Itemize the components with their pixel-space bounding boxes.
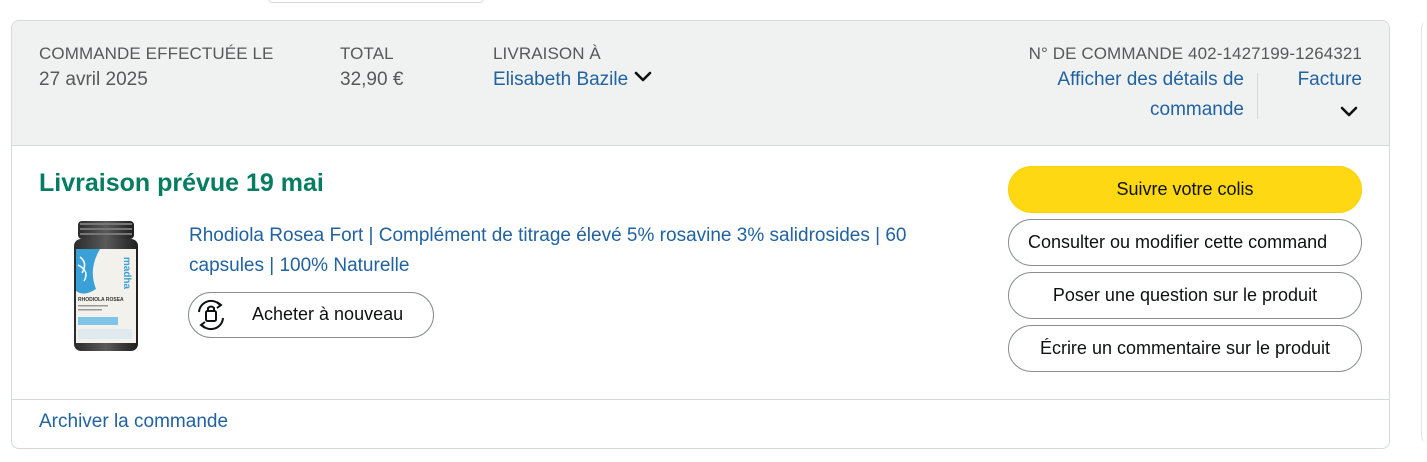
order-links: Afficher des détails de commande Facture	[1029, 65, 1362, 129]
order-date-value: 27 avril 2025	[39, 69, 148, 90]
order-total-column: TOTAL 32,90 €	[340, 43, 403, 95]
link-divider	[1257, 73, 1258, 119]
order-card: COMMANDE EFFECTUÉE LE 27 avril 2025 TOTA…	[11, 20, 1390, 449]
chevron-down-icon[interactable]	[1340, 105, 1358, 123]
previous-card-edge	[268, 0, 484, 3]
order-header: COMMANDE EFFECTUÉE LE 27 avril 2025 TOTA…	[12, 21, 1389, 146]
invoice-link[interactable]: Facture	[1298, 65, 1362, 95]
product-image[interactable]: madha RHODIOLA ROSEA	[70, 219, 144, 355]
track-package-button[interactable]: Suivre votre colis	[1008, 166, 1362, 213]
order-details-link[interactable]: Afficher des détails de commande	[1014, 65, 1244, 125]
footer-divider	[12, 399, 1389, 400]
buy-again-button[interactable]: Acheter à nouveau	[188, 292, 434, 338]
buy-again-label: Acheter à nouveau	[252, 304, 404, 324]
order-date-column: COMMANDE EFFECTUÉE LE 27 avril 2025	[39, 43, 273, 95]
next-column-edge	[1421, 22, 1427, 442]
ship-to-name: Elisabeth Bazile	[493, 69, 629, 90]
product-brand-text: madha	[121, 257, 132, 290]
write-review-button[interactable]: Écrire un commentaire sur le produit	[1008, 325, 1362, 372]
order-total-label: TOTAL	[340, 44, 394, 63]
order-date-label: COMMANDE EFFECTUÉE LE	[39, 44, 274, 63]
ship-to-dropdown[interactable]: Elisabeth Bazile	[493, 65, 652, 95]
order-number-label: N° DE COMMANDE 402-1427199-1264321	[1028, 44, 1362, 63]
ship-to-label: LIVRAISON À	[493, 44, 601, 63]
chevron-down-icon	[634, 63, 652, 93]
delivery-status: Livraison prévue 19 mai	[39, 169, 324, 197]
view-edit-order-button[interactable]: Consulter ou modifier cette command	[1008, 219, 1362, 266]
product-title-link[interactable]: Rhodiola Rosea Fort | Complément de titr…	[189, 221, 969, 281]
archive-order-link[interactable]: Archiver la commande	[39, 411, 228, 433]
order-number-column: N° DE COMMANDE 402-1427199-1264321 Affic…	[1029, 43, 1362, 129]
buy-again-icon	[191, 295, 231, 335]
ask-question-button[interactable]: Poser une question sur le produit	[1008, 272, 1362, 319]
order-total-value: 32,90 €	[340, 69, 404, 90]
product-label-text: RHODIOLA ROSEA	[78, 297, 124, 303]
ship-to-column: LIVRAISON À Elisabeth Bazile	[493, 43, 652, 95]
